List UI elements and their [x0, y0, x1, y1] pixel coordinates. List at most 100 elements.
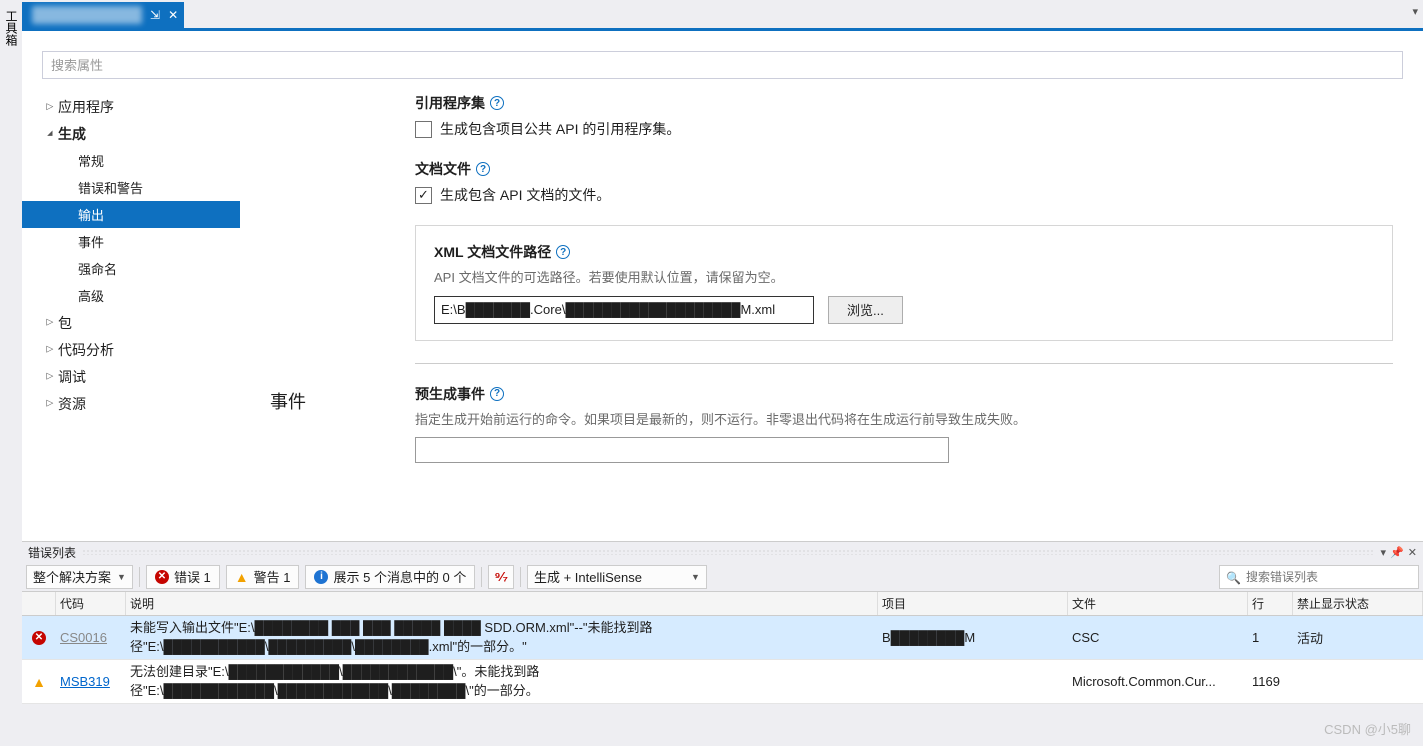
close-icon[interactable]: ✕	[1408, 546, 1417, 559]
pin-icon[interactable]: ⇲	[150, 8, 160, 22]
chk-label-doc-file: 生成包含 API 文档的文件。	[440, 185, 610, 205]
error-code-link[interactable]: MSB319	[60, 674, 110, 689]
content-pane: 引用程序集 ? 生成包含项目公共 API 的引用程序集。 文档文件	[240, 93, 1423, 541]
col-code[interactable]: 代码	[56, 592, 126, 615]
chevron-down-icon: ▼	[691, 572, 700, 582]
error-file: Microsoft.Common.Cur...	[1068, 674, 1248, 689]
warning-icon: ▲	[235, 569, 249, 585]
table-row[interactable]: ▲ MSB319 无法创建目录"E:\████████████\████████…	[22, 660, 1423, 704]
checkbox-ref-assembly[interactable]	[415, 121, 432, 138]
error-file: CSC	[1068, 630, 1248, 645]
error-list-toolbar: 整个解决方案 ▼ ✕ 错误 1 ▲ 警告 1 i 展示 5 个消息中的 0 个 …	[22, 562, 1423, 592]
xml-path-box: XML 文档文件路径 ? API 文档文件的可选路径。若要使用默认位置，请保留为…	[415, 225, 1393, 341]
nav-item-code-analysis[interactable]: 代码分析	[22, 336, 240, 363]
info-icon: i	[314, 570, 328, 584]
chk-label-ref-assembly: 生成包含项目公共 API 的引用程序集。	[440, 119, 680, 139]
warnings-count: 警告 1	[254, 567, 291, 586]
active-tab[interactable]: ⇲ ✕	[22, 2, 184, 28]
dropdown-icon[interactable]: ▾	[1381, 546, 1387, 559]
nav-item-errors-warnings[interactable]: 错误和警告	[22, 174, 240, 201]
search-input[interactable]	[51, 58, 1394, 73]
nav-item-resources[interactable]: 资源	[22, 390, 240, 417]
close-icon[interactable]: ✕	[168, 8, 178, 22]
nav-item-output[interactable]: 输出	[22, 201, 240, 228]
col-line[interactable]: 行	[1248, 592, 1293, 615]
errors-filter[interactable]: ✕ 错误 1	[146, 565, 220, 589]
help-icon[interactable]: ?	[490, 96, 504, 110]
hint-xml-path: API 文档文件的可选路径。若要使用默认位置，请保留为空。	[434, 268, 1374, 288]
error-desc: 未能写入输出文件"E:\████████ ███ ███ █████ ████ …	[126, 619, 878, 655]
col-icon[interactable]	[22, 592, 56, 615]
main-area: ⇲ ✕ ▾ 应用程序 生成 常规 错误和警告 输出 事件 强命名 高级 包 代码…	[22, 0, 1423, 746]
drag-grip[interactable]	[82, 549, 1375, 555]
tab-title-redacted	[32, 6, 142, 24]
source-dropdown[interactable]: 生成 + IntelliSense ▼	[527, 565, 707, 589]
error-search-input[interactable]	[1246, 570, 1412, 584]
tab-bar: ⇲ ✕ ▾	[22, 0, 1423, 28]
window-dropdown-icon[interactable]: ▾	[1412, 5, 1418, 18]
col-suppress[interactable]: 禁止显示状态	[1293, 592, 1423, 615]
error-proj: B████████M	[878, 630, 1068, 645]
table-row[interactable]: ✕ CS0016 未能写入输出文件"E:\████████ ███ ███ ██…	[22, 616, 1423, 660]
section-divider	[415, 363, 1393, 364]
error-desc: 无法创建目录"E:\████████████\████████████\"。未能…	[126, 663, 878, 699]
nav-item-app[interactable]: 应用程序	[22, 93, 240, 120]
toolbar-divider	[481, 567, 482, 587]
code-filter-button[interactable]: ⁹⁄₇	[488, 565, 514, 589]
label-ref-assembly: 引用程序集	[415, 93, 485, 113]
toolbar-divider	[139, 567, 140, 587]
nav-item-strongname[interactable]: 强命名	[22, 255, 240, 282]
nav-item-debug[interactable]: 调试	[22, 363, 240, 390]
error-code-link[interactable]: CS0016	[60, 630, 107, 645]
help-icon[interactable]: ?	[556, 245, 570, 259]
error-list-panel: 错误列表 ▾ 📌 ✕ 整个解决方案 ▼ ✕ 错误 1 ▲ 警告 1	[22, 541, 1423, 746]
warnings-filter[interactable]: ▲ 警告 1	[226, 565, 300, 589]
error-search[interactable]: 🔍	[1219, 565, 1419, 589]
hint-prebuild: 指定生成开始前运行的命令。如果项目是最新的，则不运行。非零退出代码将在生成运行前…	[415, 410, 1393, 430]
nav-item-events[interactable]: 事件	[22, 228, 240, 255]
scope-label: 整个解决方案	[33, 567, 111, 586]
error-list-header[interactable]: 错误列表 ▾ 📌 ✕	[22, 542, 1423, 562]
col-proj[interactable]: 项目	[878, 592, 1068, 615]
checkbox-doc-file[interactable]	[415, 187, 432, 204]
warning-icon: ▲	[32, 674, 46, 690]
toolbox-label[interactable]: 工具箱	[3, 10, 20, 46]
label-doc-file: 文档文件	[415, 159, 471, 179]
section-heading-events: 事件	[270, 384, 415, 484]
nav-item-general[interactable]: 常规	[22, 147, 240, 174]
xml-path-input[interactable]: E:\B███████.Core\███████████████████M.xm…	[434, 296, 814, 324]
field-ref-assembly: 引用程序集 ? 生成包含项目公共 API 的引用程序集。	[415, 93, 1393, 139]
error-icon: ✕	[155, 570, 169, 584]
error-suppress: 活动	[1293, 628, 1423, 647]
source-label: 生成 + IntelliSense	[534, 567, 642, 586]
nav-item-build[interactable]: 生成	[22, 120, 240, 147]
prebuild-input[interactable]	[415, 437, 949, 463]
xml-path-value: E:\B███████.Core\███████████████████M.xm…	[441, 302, 775, 317]
nav-item-package[interactable]: 包	[22, 309, 240, 336]
nav-tree: 应用程序 生成 常规 错误和警告 输出 事件 强命名 高级 包 代码分析 调试 …	[22, 93, 240, 541]
nav-item-advanced[interactable]: 高级	[22, 282, 240, 309]
errors-count: 错误 1	[174, 567, 211, 586]
scope-dropdown[interactable]: 整个解决方案 ▼	[26, 565, 133, 589]
content-wrap: 应用程序 生成 常规 错误和警告 输出 事件 强命名 高级 包 代码分析 调试 …	[22, 31, 1423, 541]
field-prebuild: 预生成事件 ? 指定生成开始前运行的命令。如果项目是最新的，则不运行。非零退出代…	[415, 384, 1393, 464]
chevron-down-icon: ▼	[117, 572, 126, 582]
code-filter-icon: ⁹⁄₇	[494, 569, 508, 584]
error-line: 1169	[1248, 674, 1293, 689]
search-icon: 🔍	[1226, 571, 1241, 585]
search-properties[interactable]	[42, 51, 1403, 79]
error-grid-header: 代码 说明 项目 文件 行 禁止显示状态	[22, 592, 1423, 616]
toolbar-divider	[520, 567, 521, 587]
label-xml-path: XML 文档文件路径	[434, 242, 551, 262]
help-icon[interactable]: ?	[476, 162, 490, 176]
pin-icon[interactable]: 📌	[1390, 546, 1404, 559]
error-list-title: 错误列表	[28, 544, 76, 561]
col-desc[interactable]: 说明	[126, 592, 878, 615]
help-icon[interactable]: ?	[490, 387, 504, 401]
info-filter[interactable]: i 展示 5 个消息中的 0 个	[305, 565, 475, 589]
browse-button[interactable]: 浏览...	[828, 296, 903, 324]
label-prebuild: 预生成事件	[415, 384, 485, 404]
field-doc-file: 文档文件 ? 生成包含 API 文档的文件。	[415, 159, 1393, 205]
col-file[interactable]: 文件	[1068, 592, 1248, 615]
error-line: 1	[1248, 630, 1293, 645]
